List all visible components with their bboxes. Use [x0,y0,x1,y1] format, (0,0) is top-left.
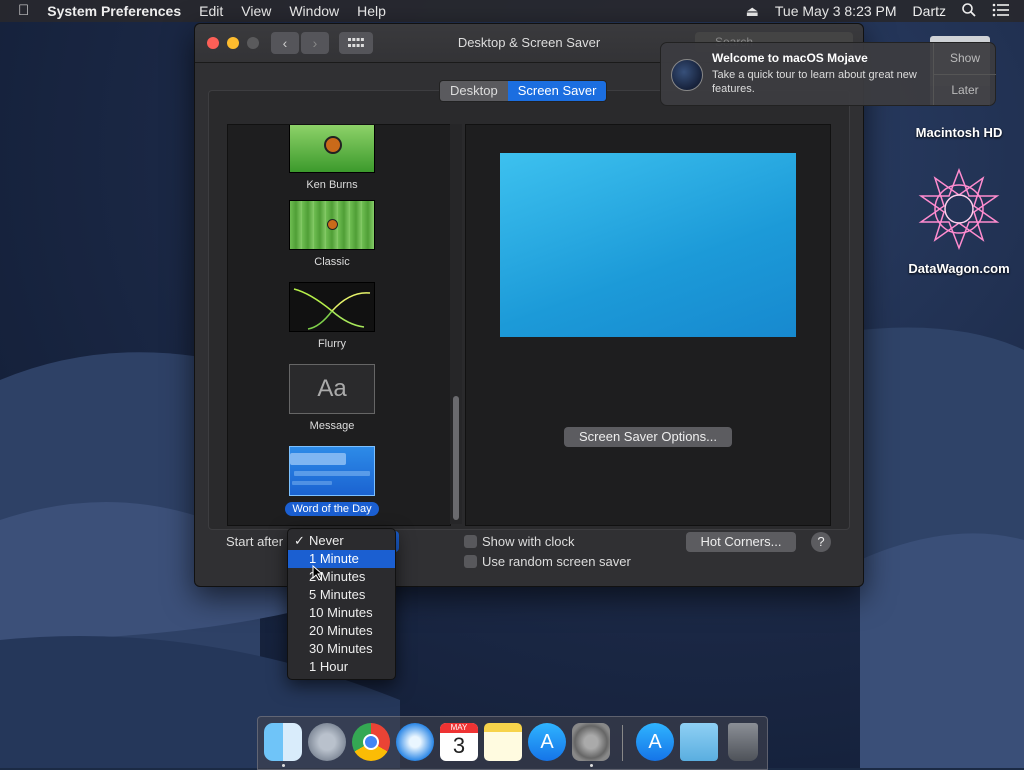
notification-later-button[interactable]: Later [934,75,996,106]
ladybug-icon [324,136,342,154]
menu-help[interactable]: Help [348,0,395,22]
option-label: 10 Minutes [309,605,373,620]
dock: MAY 3 A A [257,716,768,770]
random-saver-checkbox[interactable] [464,555,477,568]
trash-icon[interactable] [728,723,758,761]
notification-title: Welcome to macOS Mojave [712,51,868,65]
saver-label: Ken Burns [306,179,358,191]
saver-message[interactable]: Aa Message [289,364,375,432]
menu-user[interactable]: Dartz [905,3,954,19]
option-label: 1 Minute [309,551,359,566]
option-1-minute[interactable]: 1 Minute [288,550,395,568]
hot-corners-button[interactable]: Hot Corners... [686,532,796,552]
saver-word-of-the-day[interactable]: Word of the Day [284,446,380,516]
apple-icon[interactable]:  [0,0,38,22]
menu-clock[interactable]: Tue May 3 8:23 PM [767,3,905,19]
chrome-icon[interactable] [352,723,390,761]
checkmark-icon: ✓ [294,533,305,548]
calendar-month: MAY [440,723,478,733]
downloads-folder-icon[interactable] [680,723,718,761]
option-20-minutes[interactable]: 20 Minutes [288,622,395,640]
app-store-icon[interactable]: A [528,723,566,761]
random-saver-label[interactable]: Use random screen saver [482,554,631,569]
show-clock-label[interactable]: Show with clock [482,534,574,549]
preferences-window: ‹ › Desktop & Screen Saver Search Deskto… [194,23,864,587]
show-clock-checkbox[interactable] [464,535,477,548]
tab-control: Desktop Screen Saver [439,80,608,102]
option-2-minutes[interactable]: 2 Minutes [288,568,395,586]
notification-body: Take a quick tour to learn about great n… [712,69,917,95]
notification-banner[interactable]: Welcome to macOS Mojave Take a quick tou… [660,42,996,106]
ladybug-icon [327,219,338,230]
option-label: 30 Minutes [309,641,373,656]
menu-app-name[interactable]: System Preferences [38,0,190,22]
saver-label-selected: Word of the Day [285,502,379,516]
flurry-thumbnail [289,282,375,332]
option-label: 1 Hour [309,659,349,674]
tab-screen-saver[interactable]: Screen Saver [507,81,607,101]
option-30-minutes[interactable]: 30 Minutes [288,640,395,658]
option-label: Never [309,533,344,548]
thumbnail-graphic [290,451,374,491]
option-10-minutes[interactable]: 10 Minutes [288,604,395,622]
option-5-minutes[interactable]: 5 Minutes [288,586,395,604]
option-label: 20 Minutes [309,623,373,638]
menu-edit[interactable]: Edit [190,0,232,22]
help-button[interactable]: ? [811,532,831,552]
saver-classic[interactable]: Classic [289,200,375,268]
list-scroll-thumb[interactable] [453,396,459,520]
macintosh-hd-label[interactable]: Macintosh HD [904,125,1014,140]
safari-icon[interactable] [396,723,434,761]
menu-bar:  System Preferences Edit View Window He… [0,0,1024,22]
launchpad-icon[interactable] [308,723,346,761]
preview-area: Screen Saver Options... [465,124,831,526]
message-thumbnail: Aa [289,364,375,414]
screen-saver-options-button[interactable]: Screen Saver Options... [564,427,732,447]
notification-center-icon[interactable] [984,3,1024,20]
saver-label: Flurry [317,338,347,350]
ken-burns-thumbnail [289,125,375,173]
dock-separator [622,725,623,761]
start-after-label: Start after [226,534,284,549]
saver-label: Message [309,420,355,432]
tab-desktop[interactable]: Desktop [440,81,508,101]
saver-label: Classic [314,256,350,268]
system-preferences-icon[interactable] [572,723,610,761]
start-after-menu: ✓ Never 1 Minute 2 Minutes 5 Minutes 10 M… [287,528,396,680]
finder-icon[interactable] [264,723,302,761]
mouse-cursor-icon [312,564,324,584]
chrome-center [363,734,379,750]
datawagon-label[interactable]: DataWagon.com [904,261,1014,276]
spotlight-search-icon[interactable] [954,2,984,20]
screen-saver-preview [500,153,796,337]
notification-show-button[interactable]: Show [934,43,996,75]
option-1-hour[interactable]: 1 Hour [288,658,395,676]
calendar-icon[interactable]: MAY 3 [440,723,478,761]
menu-view[interactable]: View [232,0,280,22]
notification-actions: Show Later [933,43,996,105]
saver-flurry[interactable]: Flurry [289,282,375,350]
menu-window[interactable]: Window [280,0,348,22]
calendar-day: 3 [452,733,466,758]
saver-ken-burns[interactable]: Ken Burns [289,125,375,191]
word-of-the-day-thumbnail [289,446,375,496]
screen-saver-list[interactable]: Ken Burns Classic Flurry Aa Message Word [227,124,451,526]
eject-icon[interactable]: ⏏ [738,3,767,20]
option-label: 5 Minutes [309,587,366,602]
notes-icon[interactable] [484,723,522,761]
option-never[interactable]: ✓ Never [288,532,395,550]
macos-mojave-icon [671,59,703,91]
app-store-downloads-icon[interactable]: A [636,723,674,761]
classic-thumbnail [289,200,375,250]
running-indicator [282,764,285,767]
running-indicator [590,764,593,767]
datawagon-icon[interactable] [918,167,1000,251]
